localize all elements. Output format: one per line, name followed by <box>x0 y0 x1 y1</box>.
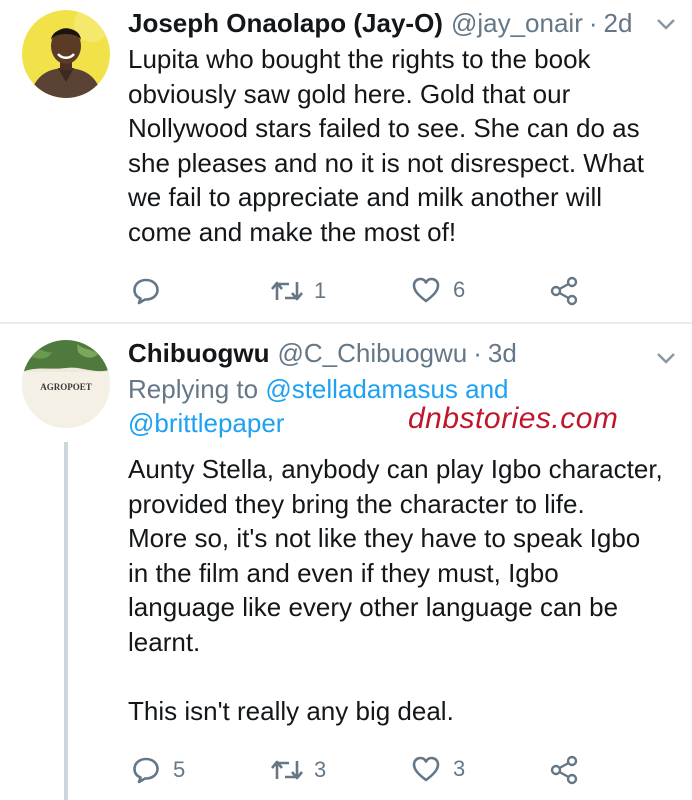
watermark: dnbstories.com <box>408 402 619 435</box>
timestamp[interactable]: 2d <box>604 8 633 39</box>
share-button[interactable] <box>550 755 580 785</box>
chevron-down-icon[interactable] <box>654 350 678 366</box>
mention-link[interactable]: @brittlepaper <box>128 408 284 438</box>
tweet-header: Joseph Onaolapo (Jay-O) @jay_onair · 2d <box>128 8 668 42</box>
tweet-2[interactable]: AGROPOET Chibuogwu @C_Chibuogwu · 3d Rep… <box>0 324 692 800</box>
retweet-icon <box>271 760 303 780</box>
thread-line <box>64 442 68 800</box>
share-icon <box>550 276 578 306</box>
reply-count: 5 <box>173 757 186 782</box>
tweet-header: Chibuogwu @C_Chibuogwu · 3d <box>128 338 668 372</box>
tweet-content: Chibuogwu @C_Chibuogwu · 3d Replying to … <box>128 338 668 728</box>
author-name[interactable]: Joseph Onaolapo (Jay-O) <box>128 8 443 39</box>
reply-icon <box>133 278 159 305</box>
like-button[interactable]: 3 <box>411 755 465 783</box>
like-count: 6 <box>453 277 466 302</box>
author-name[interactable]: Chibuogwu <box>128 338 270 369</box>
heart-icon <box>412 277 440 303</box>
avatar[interactable] <box>22 10 110 98</box>
share-button[interactable] <box>550 276 580 306</box>
retweet-icon <box>271 281 303 301</box>
author-handle[interactable]: @jay_onair <box>451 8 583 39</box>
like-button[interactable]: 6 <box>411 276 465 304</box>
timestamp[interactable]: 3d <box>488 338 517 369</box>
reply-icon <box>133 757 159 784</box>
author-handle[interactable]: @C_Chibuogwu <box>278 338 468 369</box>
retweet-count: 1 <box>314 278 327 303</box>
mention-link[interactable]: @stelladamasus <box>265 374 458 404</box>
separator-dot: · <box>588 8 598 38</box>
avatar-logo-text: AGROPOET <box>40 382 92 392</box>
chevron-down-icon[interactable] <box>654 16 678 32</box>
tweet-text: Aunty Stella, anybody can play Igbo char… <box>128 454 663 726</box>
retweet-button[interactable]: 1 <box>268 276 326 306</box>
avatar[interactable]: AGROPOET <box>22 340 110 428</box>
reply-button[interactable]: 5 <box>131 755 185 785</box>
retweet-button[interactable]: 3 <box>268 755 326 785</box>
replying-to-prefix: Replying to <box>128 374 259 404</box>
share-icon <box>550 755 578 785</box>
replying-conjunction: and <box>465 374 509 404</box>
reply-button[interactable] <box>131 276 173 306</box>
avatar-logo: AGROPOET <box>22 340 110 428</box>
tweet-text: Lupita who bought the rights to the book… <box>128 44 644 247</box>
like-count: 3 <box>453 756 466 781</box>
tweet-content: Joseph Onaolapo (Jay-O) @jay_onair · 2d … <box>128 8 668 249</box>
avatar-photo <box>22 10 110 98</box>
heart-icon <box>412 756 440 782</box>
retweet-count: 3 <box>314 757 327 782</box>
separator-dot: · <box>473 338 482 368</box>
tweet-1[interactable]: Joseph Onaolapo (Jay-O) @jay_onair · 2d … <box>0 0 692 322</box>
